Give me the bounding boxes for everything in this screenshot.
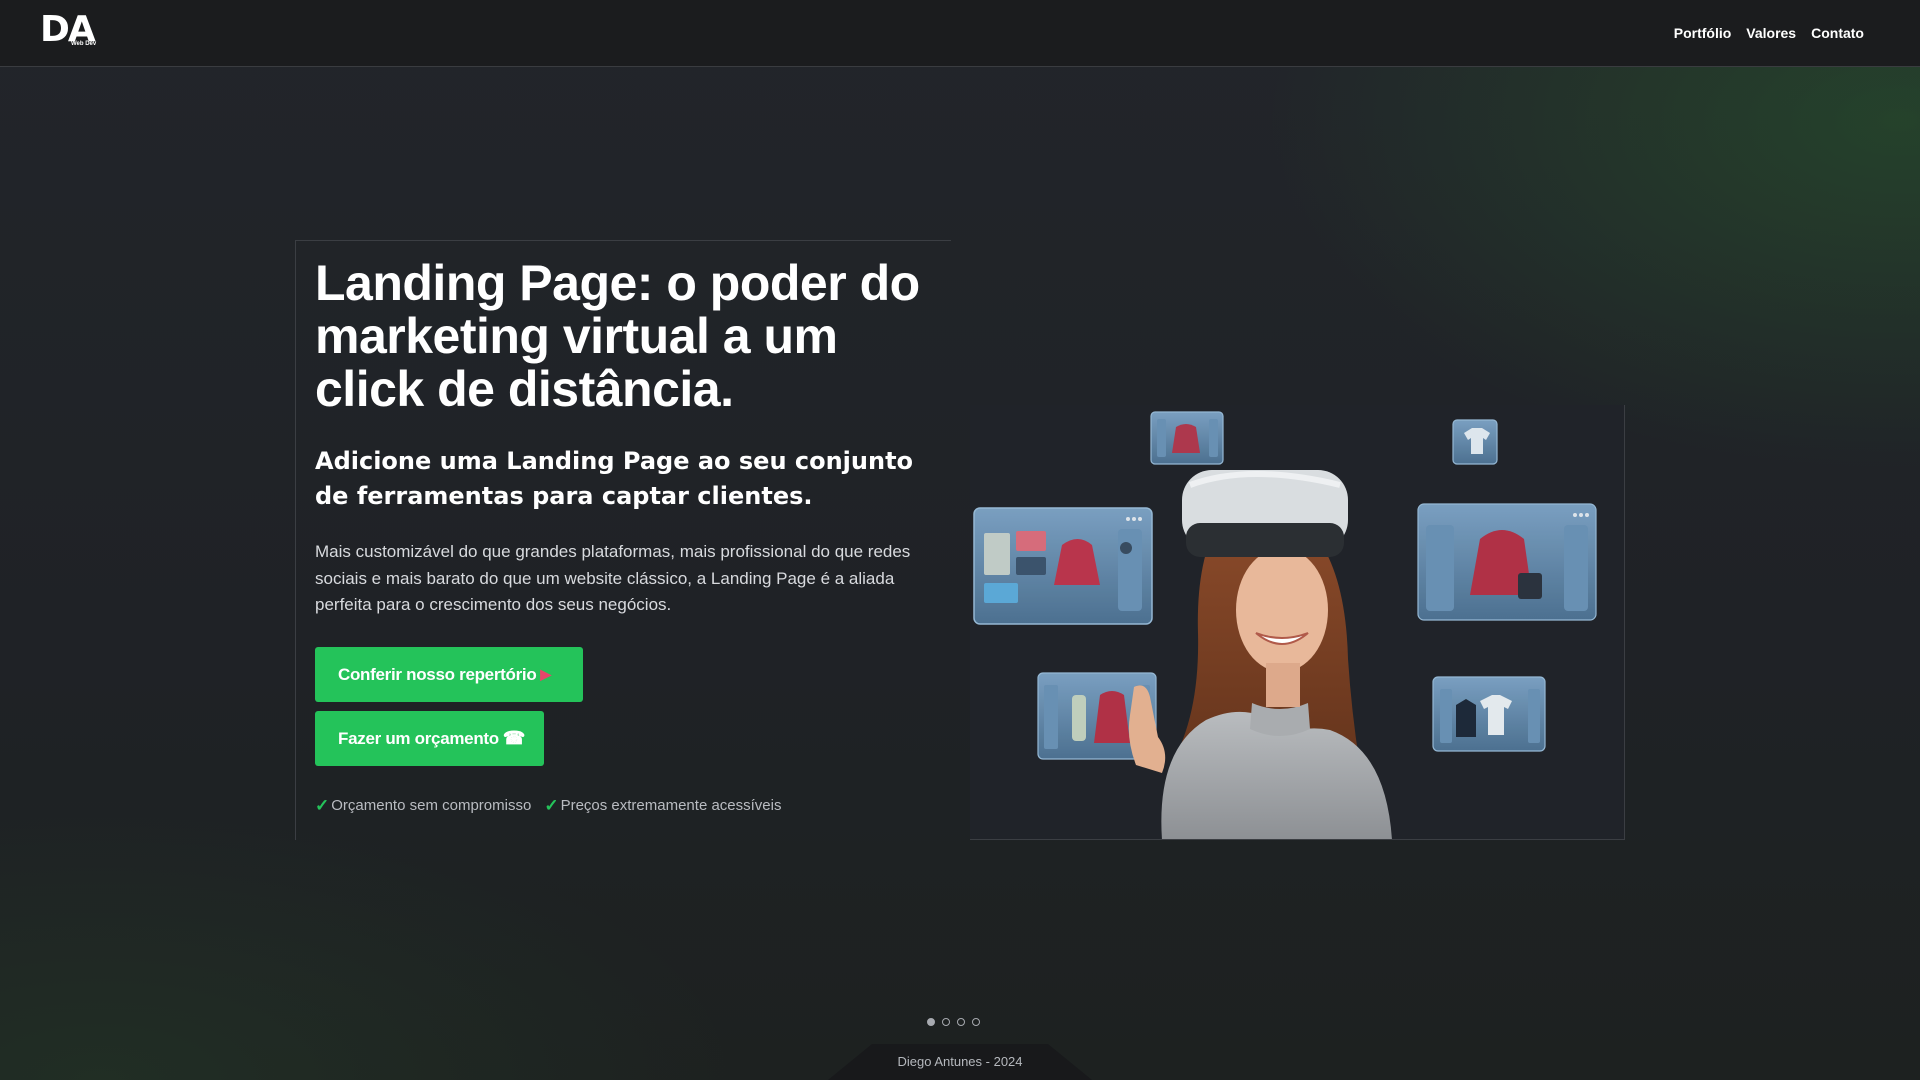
nav-link-valores[interactable]: Valores xyxy=(1746,23,1796,43)
hero-description: Mais customizável do que grandes platafo… xyxy=(315,542,911,614)
carousel-dot[interactable] xyxy=(972,1018,980,1026)
panel-right xyxy=(1417,503,1597,621)
hand xyxy=(1128,685,1166,773)
check-label: Preços extremamente acessíveis xyxy=(560,797,782,814)
panel-bottom-right xyxy=(1432,676,1546,752)
nav-link-contato[interactable]: Contato xyxy=(1811,23,1864,43)
check-icon: ✓ xyxy=(544,796,559,815)
carousel-dot[interactable] xyxy=(942,1018,950,1026)
quote-button[interactable]: Fazer um orçamento ☎ xyxy=(315,711,544,766)
hero-image xyxy=(970,405,1625,840)
quote-button-label: Fazer um orçamento xyxy=(338,728,499,748)
feature-checks: ✓ Orçamento sem compromisso ✓ Preços ext… xyxy=(315,796,781,816)
navbar: DA Web Dev Portfólio Valores Contato xyxy=(0,0,1920,67)
nav-link-portfolio[interactable]: Portfólio xyxy=(1674,23,1732,43)
panel-tshirt xyxy=(1452,419,1498,465)
check-label: Orçamento sem compromisso xyxy=(331,797,532,814)
footer-credit: Diego Antunes - 2024 xyxy=(897,1054,1023,1069)
hero-subtitle: Adicione uma Landing Page ao seu conjunt… xyxy=(315,447,914,510)
vr-shopping-illustration xyxy=(973,411,1597,839)
check-item: ✓ Orçamento sem compromisso xyxy=(315,796,531,816)
hero-title: Landing Page: o poder do marketing virtu… xyxy=(315,255,920,417)
panel-top-small xyxy=(1150,411,1224,465)
portfolio-button[interactable]: Conferir nosso repertório ▶ xyxy=(315,647,583,702)
vr-headset xyxy=(1182,470,1348,557)
phone-icon: ☎ xyxy=(502,728,525,748)
logo[interactable]: DA Web Dev xyxy=(40,8,96,52)
footer: Diego Antunes - 2024 xyxy=(828,1044,1092,1080)
carousel-dot[interactable] xyxy=(927,1018,935,1026)
page: DA Web Dev Portfólio Valores Contato Lan… xyxy=(0,0,1920,1080)
panel-left xyxy=(973,507,1153,625)
portfolio-button-label: Conferir nosso repertório xyxy=(338,664,537,684)
play-icon: ▶ xyxy=(540,666,551,682)
carousel-dots xyxy=(927,1018,980,1026)
logo-subtitle: Web Dev xyxy=(71,41,97,47)
nav-links: Portfólio Valores Contato xyxy=(1674,23,1864,43)
hero-content: Landing Page: o poder do marketing virtu… xyxy=(295,240,951,840)
check-icon: ✓ xyxy=(315,796,330,815)
check-item: ✓ Preços extremamente acessíveis xyxy=(544,796,781,816)
carousel-dot[interactable] xyxy=(957,1018,965,1026)
